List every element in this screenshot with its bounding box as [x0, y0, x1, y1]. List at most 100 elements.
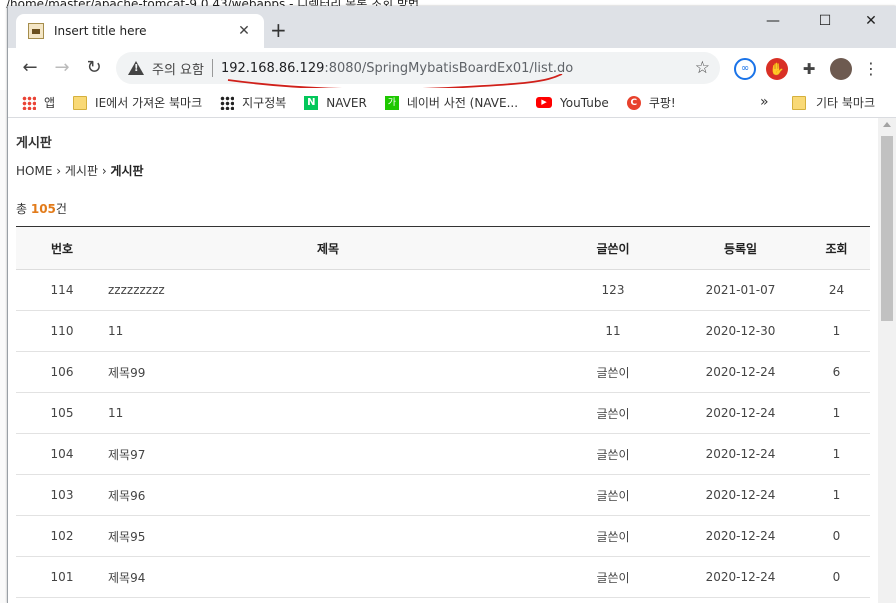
profile-avatar[interactable] — [830, 58, 852, 80]
row-hits: 24 — [803, 269, 870, 311]
security-warning-label[interactable]: 주의 요함 — [152, 59, 204, 78]
row-number: 102 — [16, 515, 108, 557]
table-header-row: 번호 제목 글쓴이 등록일 조회 — [16, 226, 870, 270]
naver-icon: N — [304, 95, 319, 110]
row-date: 2020-12-24 — [678, 515, 803, 557]
row-date: 2020-12-24 — [678, 392, 803, 434]
row-number: 104 — [16, 433, 108, 475]
page-content: 게시판 HOME › 게시판 › 게시판 총 105건 번호 제목 글쓴이 등록… — [8, 118, 878, 603]
table-row: 102 제목95 글쓴이 2020-12-24 0 — [16, 515, 870, 557]
tab-close-icon[interactable]: ✕ — [232, 23, 256, 39]
total-suffix: 건 — [55, 202, 67, 216]
row-title-link[interactable]: 제목95 — [108, 515, 548, 557]
new-tab-button[interactable]: + — [270, 20, 287, 40]
browser-window: Insert title here ✕ + — ☐ ✕ ← → ↻ 주의 요함 … — [7, 6, 896, 603]
close-window-button[interactable]: ✕ — [848, 10, 894, 32]
browser-toolbar: ← → ↻ 주의 요함 192.168.86.129:8080/SpringMy… — [8, 48, 896, 88]
row-number: 101 — [16, 556, 108, 598]
folder-icon — [792, 95, 806, 110]
other-bookmarks-folder[interactable]: 기타 북마크 — [792, 94, 875, 111]
bookmark-jigu[interactable]: 지구정복 — [220, 94, 286, 111]
table-row: 105 11 글쓴이 2020-12-24 1 — [16, 392, 870, 434]
bookmark-label: 쿠팡! — [648, 96, 676, 110]
warning-icon[interactable] — [128, 60, 144, 76]
column-header-number: 번호 — [16, 226, 108, 270]
row-number: 110 — [16, 310, 108, 352]
folder-icon — [73, 95, 88, 110]
row-title-link[interactable]: 제목99 — [108, 351, 548, 393]
bookmark-naver[interactable]: N NAVER — [304, 95, 367, 110]
row-title-link[interactable]: 제목94 — [108, 556, 548, 598]
bookmark-ie-folder[interactable]: IE에서 가져온 북마크 — [73, 94, 202, 111]
page-scrollbar[interactable] — [878, 118, 896, 603]
row-title-link[interactable]: zzzzzzzzz — [108, 269, 548, 311]
back-button[interactable]: ← — [16, 54, 44, 82]
omnibox-separator — [211, 59, 213, 77]
row-writer: 123 — [548, 269, 678, 311]
total-count-label: 총 105건 — [16, 200, 67, 217]
youtube-icon: ▶ — [536, 97, 553, 108]
bookmark-naver-dict[interactable]: 가 네이버 사전 (NAVE... — [384, 94, 519, 111]
scrollbar-thumb[interactable] — [881, 136, 893, 321]
bookmark-label: IE에서 가져온 북마크 — [95, 96, 203, 110]
minimize-button[interactable]: — — [750, 10, 796, 32]
row-hits: 1 — [803, 392, 870, 434]
column-header-date: 등록일 — [678, 226, 803, 270]
forward-button[interactable]: → — [48, 54, 76, 82]
row-writer: 글쓴이 — [548, 556, 678, 598]
naver-dict-icon: 가 — [384, 95, 399, 110]
table-row: 114 zzzzzzzzz 123 2021-01-07 24 — [16, 269, 870, 311]
row-writer: 글쓴이 — [548, 392, 678, 434]
row-hits: 1 — [803, 474, 870, 516]
background-editor-gutter — [0, 90, 7, 603]
row-title-link[interactable]: 11 — [108, 310, 548, 352]
breadcrumb: HOME › 게시판 › 게시판 — [16, 162, 144, 179]
row-title-link[interactable]: 제목96 — [108, 474, 548, 516]
row-number: 106 — [16, 351, 108, 393]
row-date: 2020-12-24 — [678, 351, 803, 393]
row-date: 2021-01-07 — [678, 269, 803, 311]
row-number: 114 — [16, 269, 108, 311]
row-title-link[interactable]: 제목97 — [108, 433, 548, 475]
column-header-hits: 조회 — [803, 226, 870, 270]
extensions-puzzle-icon[interactable]: ✚ — [798, 58, 820, 80]
extension-infinity-icon[interactable]: ∞ — [734, 58, 756, 80]
bookmark-label: 네이버 사전 (NAVE... — [406, 96, 519, 110]
row-hits: 1 — [803, 310, 870, 352]
row-title-link[interactable]: 11 — [108, 392, 548, 434]
breadcrumb-home[interactable]: HOME — [16, 164, 52, 178]
row-writer: 글쓴이 — [548, 474, 678, 516]
row-writer: 글쓴이 — [548, 433, 678, 475]
row-number: 105 — [16, 392, 108, 434]
table-row: 110 11 11 2020-12-30 1 — [16, 310, 870, 352]
extension-hand-icon[interactable]: ✋ — [766, 58, 788, 80]
address-bar[interactable]: 주의 요함 192.168.86.129:8080/SpringMybatisB… — [116, 52, 720, 84]
tab-title: Insert title here — [54, 24, 147, 38]
bookmark-coupang[interactable]: C 쿠팡! — [626, 94, 676, 111]
row-hits: 6 — [803, 351, 870, 393]
bookmark-apps[interactable]: 앱 — [22, 94, 55, 111]
table-row: 103 제목96 글쓴이 2020-12-24 1 — [16, 474, 870, 516]
row-writer: 11 — [548, 310, 678, 352]
column-header-title: 제목 — [108, 226, 548, 270]
bookmarks-bar: 앱 IE에서 가져온 북마크 지구정복 N NAVER 가 네이버 사전 (NA… — [8, 88, 896, 118]
maximize-button[interactable]: ☐ — [802, 10, 848, 32]
bookmark-star-icon[interactable]: ☆ — [695, 58, 710, 78]
menu-kebab-icon[interactable]: ⋮ — [860, 58, 882, 80]
row-writer: 글쓴이 — [548, 515, 678, 557]
row-hits: 0 — [803, 515, 870, 557]
apps-grid-icon — [22, 95, 36, 110]
row-hits: 1 — [803, 433, 870, 475]
scroll-up-arrow-icon[interactable] — [883, 122, 891, 127]
board-table: 번호 제목 글쓴이 등록일 조회 114 zzzzzzzzz 123 2021-01-… — [16, 226, 870, 598]
reload-button[interactable]: ↻ — [80, 54, 108, 82]
breadcrumb-board[interactable]: 게시판 — [65, 164, 98, 178]
bookmarks-overflow-button[interactable]: » — [760, 94, 769, 110]
chevron-right-icon: › — [56, 164, 65, 178]
total-prefix: 총 — [16, 202, 31, 216]
row-date: 2020-12-24 — [678, 433, 803, 475]
tab-active[interactable]: Insert title here ✕ — [16, 14, 264, 48]
bookmark-label: 지구정복 — [242, 96, 287, 110]
bookmark-youtube[interactable]: ▶ YouTube — [536, 96, 609, 110]
other-bookmarks-label: 기타 북마크 — [816, 96, 876, 110]
